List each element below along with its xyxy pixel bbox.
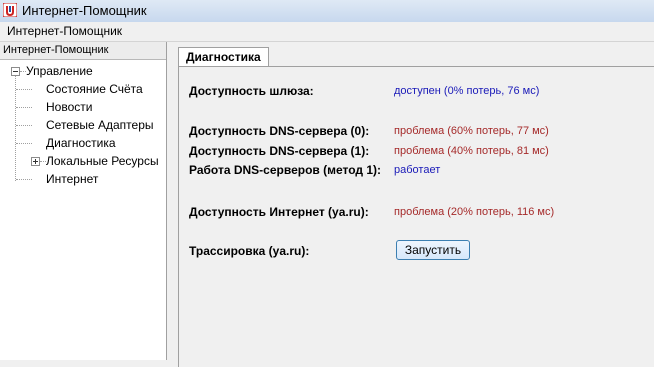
tree-connector-line <box>15 75 16 181</box>
diagnostics-content: Диагностика Доступность шлюза: доступен … <box>173 42 654 367</box>
dns-method-status: работает <box>394 164 441 176</box>
tree-item-news[interactable]: Новости <box>46 99 92 116</box>
dns-method-label: Работа DNS-серверов (метод 1): <box>189 163 382 177</box>
panel-header: Интернет-Помощник <box>0 42 166 60</box>
trace-label: Трассировка (ya.ru): <box>189 244 310 258</box>
internet-status: проблема (20% потерь, 116 мс) <box>394 206 555 218</box>
tree-item-account-status[interactable]: Состояние Счёта <box>46 81 143 98</box>
tree-item-label: Локальные Ресурсы <box>46 154 159 168</box>
tree-connector-line <box>16 89 32 90</box>
tree-connector-line <box>16 107 32 108</box>
tree-item-label: Интернет <box>46 172 99 186</box>
tree-item-label: Состояние Счёта <box>46 82 143 96</box>
tree-connector-line <box>16 125 32 126</box>
dns1-status: проблема (40% потерь, 81 мс) <box>394 145 549 157</box>
run-trace-button[interactable]: Запустить <box>396 240 470 260</box>
tree-item-diagnostics[interactable]: Диагностика <box>46 135 116 152</box>
window-title: Интернет-Помощник <box>22 3 147 18</box>
gateway-status: доступен (0% потерь, 76 мс) <box>394 85 540 97</box>
collapse-icon[interactable] <box>11 67 20 76</box>
tree-item-label: Диагностика <box>46 136 116 150</box>
menu-bar: Интернет-Помощник <box>0 22 654 42</box>
menu-item-app[interactable]: Интернет-Помощник <box>7 24 122 38</box>
tree-item-network-adapters[interactable]: Сетевые Адаптеры <box>46 117 154 134</box>
tree-item-label: Управление <box>26 64 93 78</box>
dns1-label: Доступность DNS-сервера (1): <box>189 144 370 158</box>
title-bar: Интернет-Помощник <box>0 0 654 23</box>
tree-connector-line <box>16 179 32 180</box>
tab-diagnostics[interactable]: Диагностика <box>178 47 269 66</box>
dns0-label: Доступность DNS-сервера (0): <box>189 124 370 138</box>
navigation-tree: Управление Состояние Счёта Новости Сетев… <box>0 62 166 352</box>
gateway-label: Доступность шлюза: <box>189 84 314 98</box>
app-logo-icon <box>3 3 17 17</box>
tree-item-label: Новости <box>46 100 93 114</box>
dns0-status: проблема (60% потерь, 77 мс) <box>394 125 549 137</box>
tree-item-internet[interactable]: Интернет <box>46 171 98 188</box>
internet-label: Доступность Интернет (ya.ru): <box>189 205 369 219</box>
diagnostics-panel: Доступность шлюза: доступен (0% потерь, … <box>178 66 654 367</box>
navigation-panel: Интернет-Помощник Управление Состояние С… <box>0 42 167 360</box>
tree-item-label: Сетевые Адаптеры <box>46 118 154 132</box>
tree-item-management[interactable]: Управление <box>26 63 93 80</box>
expand-icon[interactable] <box>31 157 40 166</box>
tree-connector-line <box>16 143 32 144</box>
tree-item-local-resources[interactable]: Локальные Ресурсы <box>46 153 159 170</box>
